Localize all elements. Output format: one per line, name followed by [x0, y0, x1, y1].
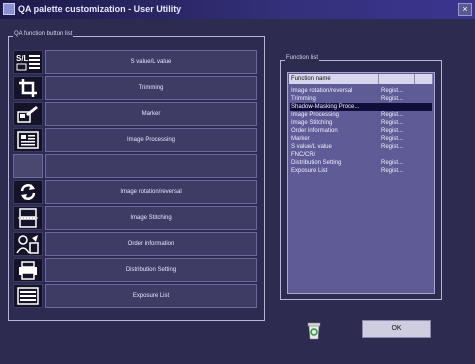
- qa-button-exposure-list[interactable]: Exposure List: [13, 284, 257, 308]
- qa-button-label: Image rotation/reversal: [45, 180, 257, 204]
- list-item-selected[interactable]: Shadow-Masking Proce...: [290, 103, 432, 111]
- qa-button-label: Distribution Setting: [45, 258, 257, 282]
- empty-slot: [13, 154, 43, 178]
- list-item[interactable]: Image Stitching Regist...: [290, 119, 432, 127]
- svg-text:S/L: S/L: [16, 54, 29, 63]
- rotate-icon: [13, 180, 43, 204]
- image-processing-icon: [13, 128, 43, 152]
- distribution-icon: [13, 258, 43, 282]
- order-info-icon: [13, 232, 43, 256]
- function-list-label: Function list: [285, 55, 320, 61]
- qa-button-empty[interactable]: [13, 154, 257, 178]
- column-header-status[interactable]: [379, 74, 415, 84]
- list-item[interactable]: Image rotation/reversal Regist...: [290, 87, 432, 95]
- title-bar: QA palette customization - User Utility …: [0, 0, 475, 19]
- qa-button-label: Exposure List: [45, 284, 257, 308]
- utility-window: QA palette customization - User Utility …: [0, 0, 475, 364]
- sl-value-icon: S/L: [13, 50, 43, 74]
- qa-button-marker[interactable]: Marker: [13, 102, 257, 126]
- function-list[interactable]: Function name Image rotation/reversal Re…: [287, 72, 435, 294]
- app-icon: [3, 3, 15, 15]
- exposure-list-icon: [13, 284, 43, 308]
- list-item[interactable]: Distribution Setting Regist...: [290, 159, 432, 167]
- qa-button-label: Order information: [45, 232, 257, 256]
- close-button[interactable]: ×: [458, 3, 472, 16]
- qa-button-label: Image Stitching: [45, 206, 257, 230]
- function-list-header: Function name: [289, 74, 433, 84]
- column-header-extra[interactable]: [415, 74, 433, 84]
- qa-button-label: Image Processing: [45, 128, 257, 152]
- column-header-function-name[interactable]: Function name: [289, 74, 379, 84]
- qa-button-label: Trimming: [45, 76, 257, 100]
- qa-button-rotation[interactable]: Image rotation/reversal: [13, 180, 257, 204]
- list-item[interactable]: Order information Regist...: [290, 127, 432, 135]
- qa-button-s-value[interactable]: S/L S value/L value: [13, 50, 257, 74]
- list-item[interactable]: FNC/CR/: [290, 151, 432, 159]
- list-item[interactable]: S value/L value Regist...: [290, 143, 432, 151]
- qa-button-distribution[interactable]: Distribution Setting: [13, 258, 257, 282]
- list-item[interactable]: Image Processing Regist...: [290, 111, 432, 119]
- qa-button-trimming[interactable]: Trimming: [13, 76, 257, 100]
- ok-button[interactable]: OK: [362, 320, 431, 338]
- list-item[interactable]: Trimming Regist...: [290, 95, 432, 103]
- trash-icon[interactable]: [307, 321, 321, 340]
- qa-button-label: [45, 154, 257, 178]
- window-title: QA palette customization - User Utility: [18, 4, 182, 14]
- marker-icon: [13, 102, 43, 126]
- qa-button-order-info[interactable]: Order information: [13, 232, 257, 256]
- list-item[interactable]: Exposure List Regist...: [290, 167, 432, 175]
- qa-button-stitching[interactable]: Image Stitching: [13, 206, 257, 230]
- qa-button-image-processing[interactable]: Image Processing: [13, 128, 257, 152]
- qa-button-label: Marker: [45, 102, 257, 126]
- list-item[interactable]: Marker Regist...: [290, 135, 432, 143]
- stitch-icon: [13, 206, 43, 230]
- qa-group-label: QA function button list: [13, 31, 74, 37]
- qa-button-label: S value/L value: [45, 50, 257, 74]
- crop-icon: [13, 76, 43, 100]
